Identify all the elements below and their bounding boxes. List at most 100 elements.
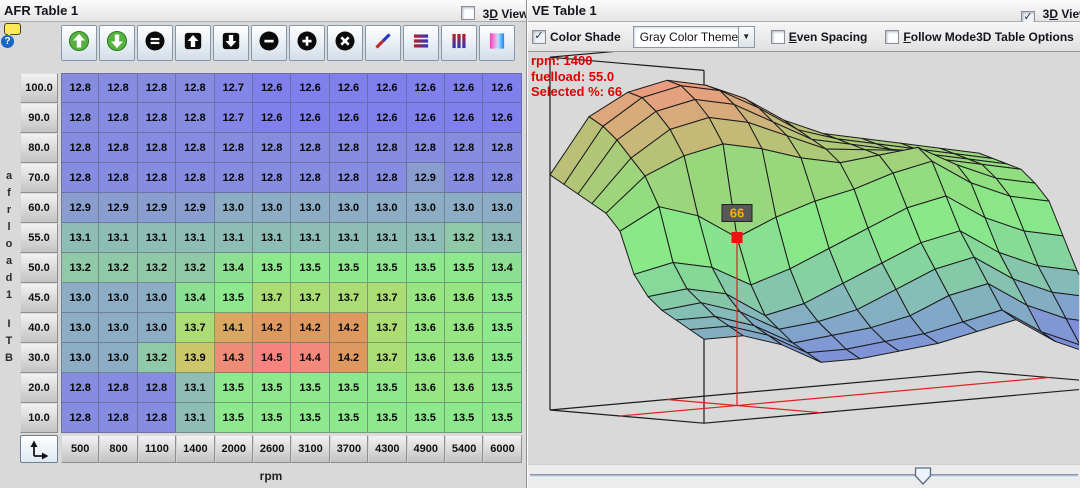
table-cell[interactable]: 13.5 — [445, 403, 483, 433]
table-cell[interactable]: 12.8 — [176, 163, 214, 193]
table-cell[interactable]: 13.5 — [291, 403, 329, 433]
scale-by-button[interactable] — [327, 25, 363, 61]
table-cell[interactable]: 13.0 — [138, 283, 176, 313]
table-cell[interactable]: 12.6 — [291, 73, 329, 103]
table-cell[interactable]: 13.6 — [445, 313, 483, 343]
table-cell[interactable]: 13.7 — [368, 343, 406, 373]
decrease-value-button[interactable] — [99, 25, 135, 61]
table-cell[interactable]: 12.8 — [215, 163, 253, 193]
table-cell[interactable]: 14.2 — [330, 313, 368, 343]
table-cell[interactable]: 12.8 — [138, 403, 176, 433]
row-header-cell[interactable]: 20.0 — [20, 373, 58, 403]
table-cell[interactable]: 12.8 — [138, 73, 176, 103]
table-cell[interactable]: 12.9 — [61, 193, 99, 223]
col-header-cell[interactable]: 6000 — [483, 435, 521, 463]
table-cell[interactable]: 12.8 — [253, 133, 291, 163]
table-cell[interactable]: 13.0 — [61, 343, 99, 373]
table-cell[interactable]: 13.5 — [253, 373, 291, 403]
row-header-cell[interactable]: 100.0 — [20, 73, 58, 103]
col-header-cell[interactable]: 1100 — [138, 435, 176, 463]
table-cell[interactable]: 12.8 — [176, 103, 214, 133]
row-header-cell[interactable]: 30.0 — [20, 343, 58, 373]
col-header-cell[interactable]: 2600 — [253, 435, 291, 463]
afr-3d-view-checkbox[interactable] — [461, 6, 475, 20]
table-cell[interactable]: 13.0 — [99, 313, 137, 343]
table-cell[interactable]: 12.6 — [368, 103, 406, 133]
increase-value-button[interactable] — [61, 25, 97, 61]
shift-up-button[interactable] — [175, 25, 211, 61]
table-cell[interactable]: 12.8 — [291, 163, 329, 193]
table-cell[interactable]: 12.9 — [176, 193, 214, 223]
table-cell[interactable]: 13.6 — [407, 373, 445, 403]
table-cell[interactable]: 12.6 — [291, 103, 329, 133]
table-cell[interactable]: 13.7 — [368, 313, 406, 343]
col-header-cell[interactable]: 800 — [99, 435, 137, 463]
table-cell[interactable]: 13.0 — [330, 193, 368, 223]
interpolate-columns-button[interactable] — [441, 25, 477, 61]
table-cell[interactable]: 12.8 — [445, 133, 483, 163]
table-cell[interactable]: 13.5 — [483, 313, 521, 343]
table-cell[interactable]: 13.5 — [368, 373, 406, 403]
table-cell[interactable]: 12.6 — [253, 73, 291, 103]
table-cell[interactable]: 13.0 — [483, 193, 521, 223]
table-cell[interactable]: 12.6 — [483, 103, 521, 133]
table-cell[interactable]: 12.8 — [61, 103, 99, 133]
table-cell[interactable]: 12.8 — [61, 403, 99, 433]
table-cell[interactable]: 13.6 — [445, 343, 483, 373]
table-cell[interactable]: 13.1 — [215, 223, 253, 253]
table-cell[interactable]: 13.5 — [483, 403, 521, 433]
col-header-cell[interactable]: 5400 — [445, 435, 483, 463]
table-cell[interactable]: 12.6 — [330, 103, 368, 133]
col-header-cell[interactable]: 4300 — [368, 435, 406, 463]
table-cell[interactable]: 13.1 — [176, 373, 214, 403]
table-cell[interactable]: 12.6 — [407, 103, 445, 133]
table-cell[interactable]: 13.1 — [407, 223, 445, 253]
table-cell[interactable]: 13.5 — [445, 253, 483, 283]
set-equal-button[interactable] — [137, 25, 173, 61]
table-cell[interactable]: 13.5 — [407, 253, 445, 283]
table-cell[interactable]: 13.4 — [176, 283, 214, 313]
interpolate-rows-button[interactable] — [403, 25, 439, 61]
table-cell[interactable]: 13.5 — [253, 253, 291, 283]
table-cell[interactable]: 12.9 — [99, 193, 137, 223]
table-cell[interactable]: 14.5 — [253, 343, 291, 373]
color-shade-checkbox[interactable]: ✓ — [532, 30, 546, 44]
table-cell[interactable]: 13.5 — [291, 373, 329, 403]
table-cell[interactable]: 13.0 — [253, 193, 291, 223]
table-cell[interactable]: 12.7 — [215, 73, 253, 103]
table-cell[interactable]: 13.1 — [368, 223, 406, 253]
help-question-icon[interactable]: ? — [1, 35, 14, 48]
table-cell[interactable]: 12.8 — [483, 133, 521, 163]
table-cell[interactable]: 13.5 — [291, 253, 329, 283]
table-cell[interactable]: 12.6 — [445, 73, 483, 103]
table-cell[interactable]: 13.7 — [176, 313, 214, 343]
table-cell[interactable]: 13.6 — [407, 313, 445, 343]
table-cell[interactable]: 13.0 — [99, 343, 137, 373]
table-cell[interactable]: 13.0 — [407, 193, 445, 223]
table-cell[interactable]: 13.6 — [445, 283, 483, 313]
table-cell[interactable]: 13.5 — [483, 373, 521, 403]
table-cell[interactable]: 12.8 — [61, 133, 99, 163]
swap-axes-button[interactable] — [20, 435, 58, 463]
row-header-cell[interactable]: 80.0 — [20, 133, 58, 163]
table-cell[interactable]: 14.1 — [215, 313, 253, 343]
row-header-cell[interactable]: 50.0 — [20, 253, 58, 283]
row-header-cell[interactable]: 40.0 — [20, 313, 58, 343]
table-cell[interactable]: 13.1 — [176, 223, 214, 253]
table-cell[interactable]: 12.8 — [99, 163, 137, 193]
table-cell[interactable]: 13.1 — [138, 223, 176, 253]
table-cell[interactable]: 12.6 — [407, 73, 445, 103]
table-cell[interactable]: 13.5 — [368, 253, 406, 283]
3d-table-options-menu[interactable]: 3D Table Options — [976, 30, 1074, 44]
increase-by-button[interactable] — [289, 25, 325, 61]
table-cell[interactable]: 12.9 — [138, 193, 176, 223]
table-cell[interactable]: 13.0 — [291, 193, 329, 223]
col-header-cell[interactable]: 3700 — [330, 435, 368, 463]
table-cell[interactable]: 13.4 — [215, 253, 253, 283]
table-cell[interactable]: 13.5 — [215, 403, 253, 433]
edit-pencil-button[interactable] — [365, 25, 401, 61]
follow-mode-checkbox[interactable] — [885, 30, 899, 44]
table-cell[interactable]: 12.8 — [99, 103, 137, 133]
shift-down-button[interactable] — [213, 25, 249, 61]
table-cell[interactable]: 13.5 — [483, 283, 521, 313]
